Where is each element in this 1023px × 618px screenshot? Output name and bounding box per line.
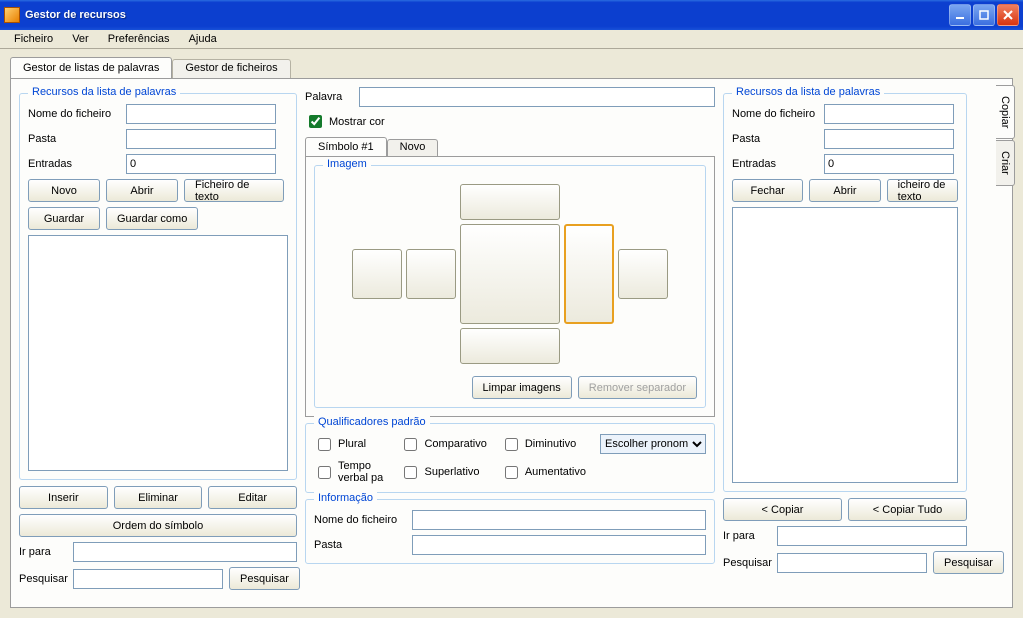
tab-symbol-1[interactable]: Símbolo #1 (305, 137, 387, 156)
menubar: Ficheiro Ver Preferências Ajuda (0, 30, 1023, 49)
symbol-panel: Imagem Limpar imagens (305, 156, 715, 417)
augmentative-checkbox[interactable]: Aumentativo (501, 463, 586, 482)
clear-images-button[interactable]: Limpar imagens (472, 376, 572, 399)
symbol-order-button[interactable]: Ordem do símbolo (19, 514, 297, 537)
qualifiers-legend: Qualificadores padrão (314, 416, 430, 428)
image-tile-r1-selected[interactable] (564, 224, 614, 324)
info-folder-label: Pasta (314, 539, 406, 551)
info-legend: Informação (314, 492, 377, 504)
image-group-legend: Imagem (323, 158, 371, 170)
image-tile-center[interactable] (460, 224, 560, 324)
pasttense-checkbox[interactable]: Tempo verbal pa (314, 460, 386, 484)
left-goto-label: Ir para (19, 546, 67, 558)
right-search-label: Pesquisar (723, 557, 771, 569)
info-group: Informação Nome do ficheiro Pasta (305, 499, 715, 564)
comparative-checkbox[interactable]: Comparativo (400, 435, 486, 454)
save-button[interactable]: Guardar (28, 207, 100, 230)
saveas-button[interactable]: Guardar como (106, 207, 198, 230)
app-icon (4, 7, 20, 23)
window-title: Gestor de recursos (25, 9, 949, 21)
tab-file-manager[interactable]: Gestor de ficheiros (172, 59, 290, 78)
edit-button[interactable]: Editar (208, 486, 297, 509)
right-group-legend: Recursos da lista de palavras (732, 86, 884, 98)
left-group-legend: Recursos da lista de palavras (28, 86, 180, 98)
left-listbox[interactable] (28, 235, 288, 471)
close-button[interactable] (997, 4, 1019, 26)
right-close-button[interactable]: Fechar (732, 179, 803, 202)
delete-button[interactable]: Eliminar (114, 486, 203, 509)
menu-help[interactable]: Ajuda (181, 30, 225, 48)
left-folder-label: Pasta (28, 133, 120, 145)
left-search-input[interactable] (73, 569, 223, 589)
image-tile-bottom[interactable] (460, 328, 560, 364)
word-input[interactable] (359, 87, 715, 107)
right-filename-label: Nome do ficheiro (732, 108, 818, 120)
left-filename-label: Nome do ficheiro (28, 108, 120, 120)
left-folder-input[interactable] (126, 129, 276, 149)
left-resources-group: Recursos da lista de palavras Nome do fi… (19, 93, 297, 480)
qualifiers-group: Qualificadores padrão Plural Comparativo… (305, 423, 715, 493)
superlative-checkbox[interactable]: Superlativo (400, 463, 486, 482)
right-entries-label: Entradas (732, 158, 818, 170)
right-entries-input[interactable] (824, 154, 954, 174)
image-tile-top[interactable] (460, 184, 560, 220)
right-listbox[interactable] (732, 207, 958, 483)
right-folder-input[interactable] (824, 129, 954, 149)
right-search-button[interactable]: Pesquisar (933, 551, 1004, 574)
menu-prefs[interactable]: Preferências (100, 30, 178, 48)
menu-view[interactable]: Ver (64, 30, 97, 48)
textfile-button[interactable]: Ficheiro de texto (184, 179, 284, 202)
info-folder-input[interactable] (412, 535, 706, 555)
sidetab-copy[interactable]: Copiar (996, 85, 1015, 139)
image-tile-l2[interactable] (406, 249, 456, 299)
image-group: Imagem Limpar imagens (314, 165, 706, 408)
copy-all-button[interactable]: < Copiar Tudo (848, 498, 967, 521)
left-search-button[interactable]: Pesquisar (229, 567, 300, 590)
image-tile-r2[interactable] (618, 249, 668, 299)
right-open-button[interactable]: Abrir (809, 179, 880, 202)
right-goto-label: Ir para (723, 530, 771, 542)
tab-wordlist-manager[interactable]: Gestor de listas de palavras (10, 57, 172, 78)
sidetab-create[interactable]: Criar (996, 140, 1015, 186)
image-tile-l1[interactable] (352, 249, 402, 299)
titlebar: Gestor de recursos (0, 0, 1023, 30)
word-label: Palavra (305, 91, 353, 103)
showcolor-check-input[interactable] (309, 115, 322, 128)
info-filename-input[interactable] (412, 510, 706, 530)
left-entries-input[interactable] (126, 154, 276, 174)
new-button[interactable]: Novo (28, 179, 100, 202)
right-folder-label: Pasta (732, 133, 818, 145)
plural-checkbox[interactable]: Plural (314, 435, 386, 454)
copy-button[interactable]: < Copiar (723, 498, 842, 521)
left-goto-input[interactable] (73, 542, 297, 562)
right-goto-input[interactable] (777, 526, 967, 546)
right-filename-input[interactable] (824, 104, 954, 124)
left-search-label: Pesquisar (19, 573, 67, 585)
image-mosaic (323, 184, 697, 364)
right-resources-group: Recursos da lista de palavras Nome do fi… (723, 93, 967, 492)
tab-panel: Recursos da lista de palavras Nome do fi… (10, 78, 1013, 608)
showcolor-checkbox[interactable]: Mostrar cor (305, 112, 715, 131)
open-button[interactable]: Abrir (106, 179, 178, 202)
minimize-button[interactable] (949, 4, 971, 26)
maximize-button[interactable] (973, 4, 995, 26)
info-filename-label: Nome do ficheiro (314, 514, 406, 526)
diminutive-checkbox[interactable]: Diminutivo (501, 435, 586, 454)
tab-new[interactable]: Novo (387, 139, 439, 156)
pronoun-select[interactable]: Escolher pronom (600, 434, 706, 454)
right-textfile-button[interactable]: icheiro de texto (887, 179, 958, 202)
menu-file[interactable]: Ficheiro (6, 30, 61, 48)
insert-button[interactable]: Inserir (19, 486, 108, 509)
showcolor-label: Mostrar cor (329, 116, 385, 128)
left-filename-input[interactable] (126, 104, 276, 124)
remove-separator-button[interactable]: Remover separador (578, 376, 697, 399)
left-entries-label: Entradas (28, 158, 120, 170)
right-search-input[interactable] (777, 553, 927, 573)
